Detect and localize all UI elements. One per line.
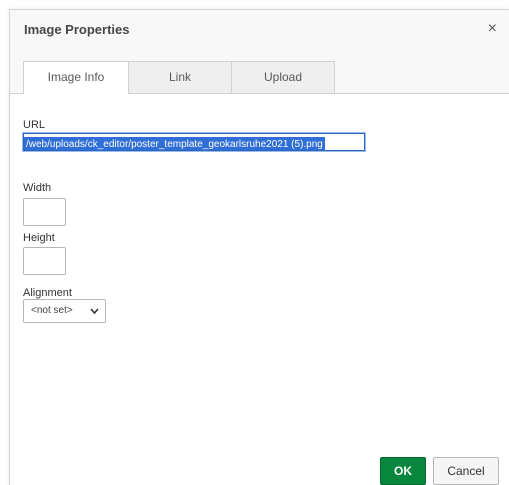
width-input[interactable]: [23, 198, 66, 226]
tab-image-info[interactable]: Image Info: [23, 61, 129, 94]
height-label: Height: [23, 232, 55, 244]
alignment-select-value: <not set>: [31, 305, 73, 316]
url-input[interactable]: /web/uploads/ck_editor/poster_template_g…: [23, 133, 365, 151]
url-input-value: /web/uploads/ck_editor/poster_template_g…: [24, 137, 325, 150]
image-properties-dialog: Image Properties × Image Info Link Uploa…: [9, 9, 509, 485]
url-label: URL: [23, 119, 46, 131]
ok-button[interactable]: OK: [380, 457, 426, 485]
close-icon[interactable]: ×: [488, 20, 497, 38]
cancel-button[interactable]: Cancel: [433, 457, 499, 485]
width-label: Width: [23, 182, 52, 194]
dialog-title: Image Properties: [24, 22, 130, 37]
height-input[interactable]: [23, 247, 66, 275]
tab-link[interactable]: Link: [128, 61, 232, 93]
tab-upload[interactable]: Upload: [231, 61, 335, 93]
tab-bar: Image Info Link Upload: [10, 50, 509, 94]
alignment-label: Alignment: [23, 287, 72, 299]
chevron-down-icon: [90, 300, 99, 331]
dialog-titlebar: Image Properties ×: [10, 10, 509, 51]
dialog-footer: OK Cancel: [10, 449, 509, 485]
alignment-select[interactable]: <not set>: [23, 299, 106, 323]
